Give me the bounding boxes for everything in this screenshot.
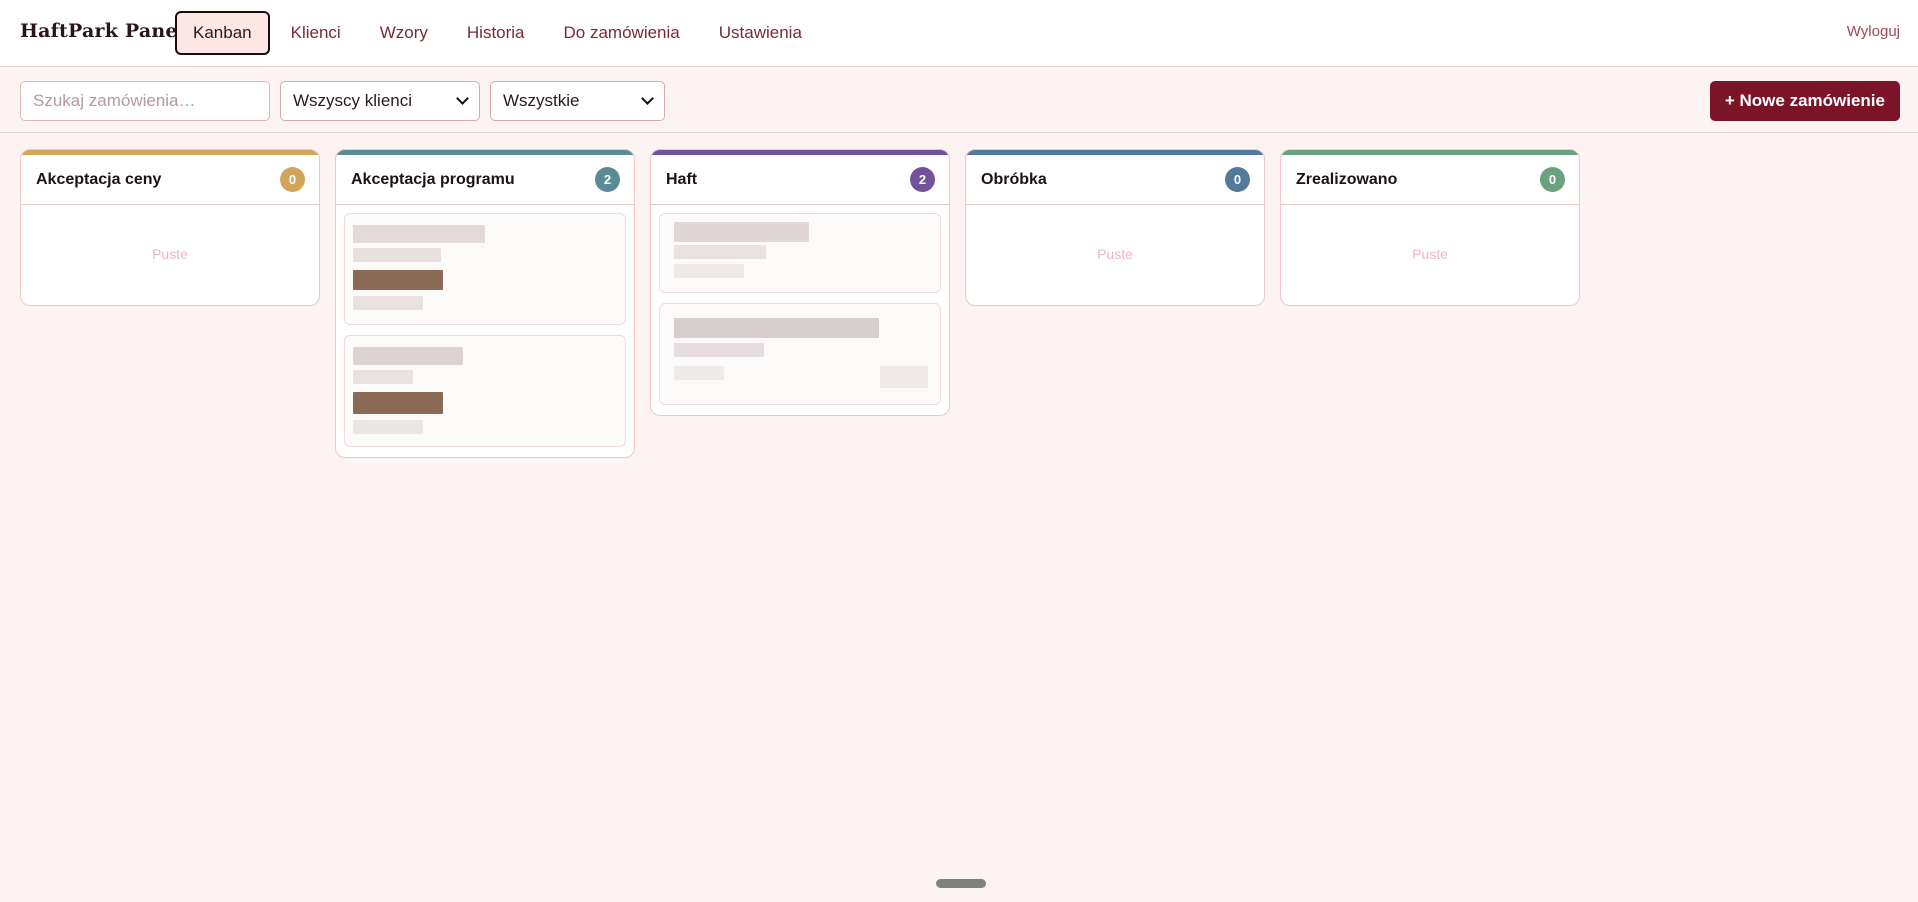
column-header: Akceptacja programu 2 bbox=[336, 155, 634, 205]
status-filter-value: Wszystkie bbox=[503, 91, 580, 110]
card-thumbnail-redacted bbox=[353, 392, 443, 414]
kanban-column-akceptacja-ceny: Akceptacja ceny 0 Puste bbox=[20, 149, 320, 306]
card-title-redacted bbox=[674, 222, 809, 242]
kanban-column-obrobka: Obróbka 0 Puste bbox=[965, 149, 1265, 306]
nav-kanban[interactable]: Kanban bbox=[175, 11, 270, 55]
top-navbar: HaftPark Panel Kanban Klienci Wzory Hist… bbox=[0, 0, 1918, 67]
column-cards bbox=[651, 205, 949, 415]
card-subtitle-redacted bbox=[674, 343, 764, 357]
card-subtitle-redacted bbox=[353, 248, 441, 262]
card-meta-redacted bbox=[353, 420, 423, 434]
nav-historia[interactable]: Historia bbox=[449, 11, 543, 55]
search-input[interactable] bbox=[20, 81, 270, 121]
card-meta-redacted bbox=[674, 264, 744, 278]
card-title-redacted bbox=[353, 347, 463, 365]
card-title-redacted bbox=[353, 225, 485, 243]
scroll-handle[interactable] bbox=[936, 879, 986, 888]
chevron-down-icon bbox=[456, 92, 469, 105]
brand-title: HaftPark Panel bbox=[20, 20, 186, 42]
card-meta-redacted bbox=[353, 296, 423, 310]
column-title: Haft bbox=[666, 170, 698, 188]
column-header: Haft 2 bbox=[651, 155, 949, 205]
kanban-column-akceptacja-programu: Akceptacja programu 2 bbox=[335, 149, 635, 458]
column-header: Obróbka 0 bbox=[966, 155, 1264, 205]
column-count-badge: 2 bbox=[910, 167, 935, 192]
card-title-redacted bbox=[674, 318, 879, 338]
column-header: Akceptacja ceny 0 bbox=[21, 155, 319, 205]
column-count-badge: 0 bbox=[1225, 167, 1250, 192]
column-empty-label: Puste bbox=[1412, 246, 1448, 262]
main-nav: Kanban Klienci Wzory Historia Do zamówie… bbox=[175, 11, 823, 55]
card-action-redacted bbox=[880, 366, 928, 388]
nav-do-zamowienia[interactable]: Do zamówienia bbox=[546, 11, 698, 55]
column-count-badge: 0 bbox=[280, 167, 305, 192]
order-card[interactable] bbox=[344, 335, 626, 447]
client-filter-value: Wszyscy klienci bbox=[293, 91, 413, 110]
new-order-button[interactable]: + Nowe zamówienie bbox=[1709, 81, 1900, 121]
card-thumbnail-redacted bbox=[353, 270, 443, 290]
nav-ustawienia[interactable]: Ustawienia bbox=[701, 11, 820, 55]
order-card[interactable] bbox=[659, 303, 941, 405]
column-cards bbox=[336, 205, 634, 457]
column-title: Akceptacja ceny bbox=[36, 170, 162, 188]
column-title: Obróbka bbox=[981, 170, 1047, 188]
column-title: Zrealizowano bbox=[1296, 170, 1398, 188]
kanban-column-zrealizowano: Zrealizowano 0 Puste bbox=[1280, 149, 1580, 306]
column-header: Zrealizowano 0 bbox=[1281, 155, 1579, 205]
column-title: Akceptacja programu bbox=[351, 170, 515, 188]
card-subtitle-redacted bbox=[353, 370, 413, 384]
chevron-down-icon bbox=[641, 92, 654, 105]
column-empty-label: Puste bbox=[152, 246, 188, 262]
client-filter-select[interactable]: Wszyscy klienci bbox=[280, 81, 480, 121]
column-count-badge: 2 bbox=[595, 167, 620, 192]
filter-toolbar: Wszyscy klienci Wszystkie + Nowe zamówie… bbox=[0, 68, 1918, 133]
nav-wzory[interactable]: Wzory bbox=[362, 11, 446, 55]
column-count-badge: 0 bbox=[1540, 167, 1565, 192]
card-subtitle-redacted bbox=[674, 245, 766, 259]
nav-klienci[interactable]: Klienci bbox=[273, 11, 359, 55]
kanban-column-haft: Haft 2 bbox=[650, 149, 950, 416]
order-card[interactable] bbox=[344, 213, 626, 325]
card-meta-redacted bbox=[674, 366, 724, 380]
logout-link[interactable]: Wyloguj bbox=[1847, 23, 1900, 40]
order-card[interactable] bbox=[659, 213, 941, 293]
column-empty-label: Puste bbox=[1097, 246, 1133, 262]
status-filter-select[interactable]: Wszystkie bbox=[490, 81, 665, 121]
